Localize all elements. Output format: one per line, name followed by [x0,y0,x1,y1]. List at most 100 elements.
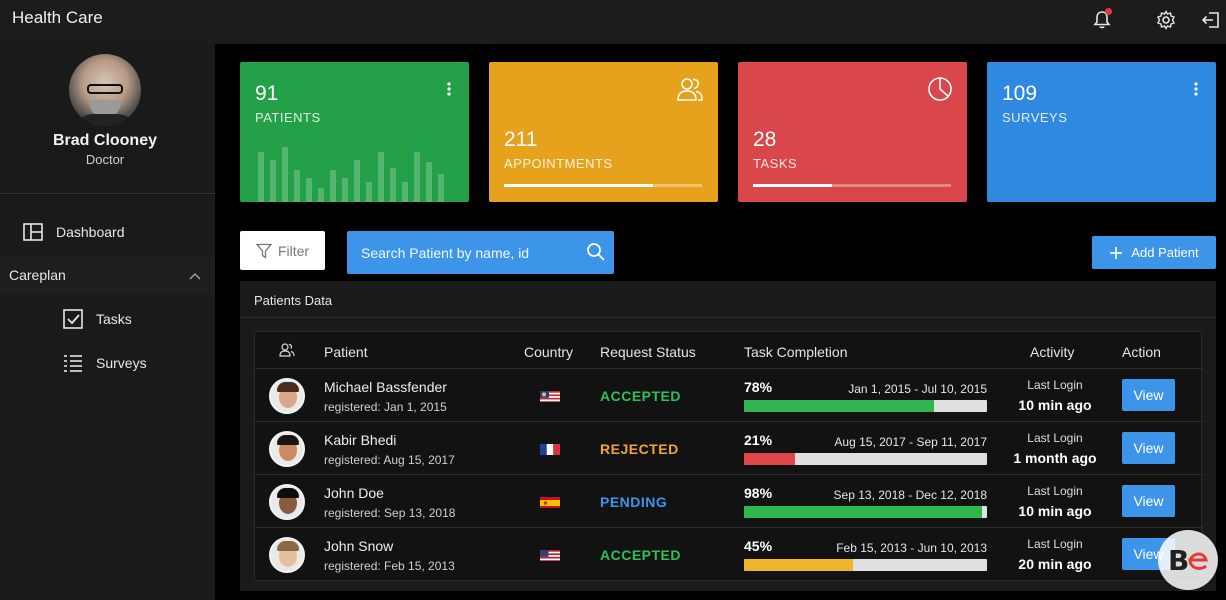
completion-percent: 45% [744,538,773,554]
svg-text:B: B [1168,544,1189,577]
activity-label: Last Login [1027,431,1083,445]
task-progress-bar [744,400,987,412]
user-profile: Brad Clooney Doctor [0,44,215,194]
activity-label: Last Login [1027,378,1083,392]
sidebar-item-dashboard[interactable]: Dashboard [0,212,215,252]
column-header-action[interactable]: Action [1122,344,1161,360]
column-header-task-completion[interactable]: Task Completion [744,344,848,360]
patient-avatar [269,537,305,573]
sidebar: Brad Clooney Doctor Dashboard Careplan T… [0,44,215,600]
sidebar-item-label: Tasks [96,311,132,327]
date-range: Aug 15, 2017 - Sep 11, 2017 [834,435,987,449]
status-badge: PENDING [600,494,668,510]
activity-value: 10 min ago [1018,503,1092,519]
gear-icon[interactable] [1154,8,1178,32]
patient-name: John Doe [324,485,384,501]
patients-sparkbars [258,147,444,202]
activity-label: Last Login [1027,484,1083,498]
notification-dot [1105,8,1112,15]
kebab-icon[interactable] [447,82,451,101]
dashboard-icon [22,222,44,242]
top-bar: Health Care [0,0,1226,44]
patient-avatar [269,378,305,414]
pie-chart-icon [927,76,953,107]
patient-registered: registered: Jan 1, 2015 [324,400,447,414]
card-label: TASKS [753,156,798,171]
spain-flag-icon [540,496,560,508]
add-patient-button[interactable]: Add Patient [1092,236,1216,269]
usa-flag-icon [540,549,560,561]
watermark-logo: B [1158,530,1218,590]
column-header-request-status[interactable]: Request Status [600,344,696,360]
tasks-card: 28 TASKS [738,62,967,202]
completion-percent: 21% [744,432,773,448]
patient-avatar [269,484,305,520]
patient-registered: registered: Sep 13, 2018 [324,506,456,520]
card-value: 109 [1002,82,1038,105]
panel-title: Patients Data [254,293,333,308]
completion-percent: 98% [744,485,773,501]
filter-button[interactable]: Filter [240,231,325,270]
status-badge: REJECTED [600,441,679,457]
appointments-progress [504,184,702,187]
user-name: Brad Clooney [52,132,157,149]
task-progress-bar [744,506,987,518]
patient-registered: registered: Aug 15, 2017 [324,453,455,467]
sidebar-item-label: Surveys [96,355,147,371]
view-button[interactable]: View [1122,432,1175,464]
avatar [69,54,141,126]
card-value: 28 [753,128,777,151]
appointments-card: 211 APPOINTMENTS [489,62,718,202]
sidebar-item-label: Dashboard [56,224,125,240]
plus-icon [1110,246,1123,259]
patients-panel: Patients Data Patient Country Request St… [240,281,1216,591]
card-label: SURVEYS [1002,110,1068,125]
patient-name: Michael Bassfender [324,379,447,395]
date-range: Jan 1, 2015 - Jul 10, 2015 [848,382,987,396]
search-icon[interactable] [586,242,606,267]
column-header-activity[interactable]: Activity [1030,344,1074,360]
completion-percent: 78% [744,379,773,395]
kebab-icon[interactable] [1194,82,1198,101]
filter-label: Filter [277,242,310,259]
users-icon [676,76,704,107]
card-value: 91 [255,82,279,105]
tasks-progress [753,184,951,187]
bell-icon[interactable] [1090,8,1114,32]
list-icon [62,353,84,373]
patients-card: 91 PATIENTS [240,62,469,202]
activity-value: 1 month ago [1013,450,1097,466]
view-button[interactable]: View [1122,379,1175,411]
sidebar-item-careplan[interactable]: Careplan [0,255,215,295]
patient-name: Kabir Bhedi [324,432,397,448]
view-button[interactable]: View [1122,485,1175,517]
sidebar-item-surveys[interactable]: Surveys [0,343,215,383]
table-row: Michael Bassfender registered: Jan 1, 20… [255,368,1203,421]
chevron-up-icon [189,267,201,283]
sidebar-item-tasks[interactable]: Tasks [0,299,215,339]
date-range: Feb 15, 2013 - Jun 10, 2013 [836,541,987,555]
users-column-icon [279,342,295,361]
patients-table: Patient Country Request Status Task Comp… [254,331,1203,581]
france-flag-icon [540,443,560,455]
search-input[interactable] [347,231,582,274]
status-badge: ACCEPTED [600,547,682,563]
column-header-patient[interactable]: Patient [324,344,368,360]
divider [240,317,1216,318]
checkbox-icon [62,309,84,329]
app-title: Health Care [12,8,103,27]
user-role: Doctor [85,152,125,167]
add-patient-label: Add Patient [1131,245,1199,260]
table-row: John Snow registered: Feb 15, 2013 ACCEP… [255,527,1203,580]
table-row: Kabir Bhedi registered: Aug 15, 2017 REJ… [255,421,1203,474]
card-label: PATIENTS [255,110,321,125]
surveys-card: 109 SURVEYS [987,62,1216,202]
table-row: John Doe registered: Sep 13, 2018 PENDIN… [255,474,1203,527]
card-label: APPOINTMENTS [504,156,613,171]
task-progress-bar [744,453,987,465]
patient-avatar [269,431,305,467]
patient-name: John Snow [324,538,394,554]
column-header-country[interactable]: Country [524,344,573,360]
malaysia-flag-icon [540,390,560,402]
logout-icon[interactable] [1199,8,1223,32]
